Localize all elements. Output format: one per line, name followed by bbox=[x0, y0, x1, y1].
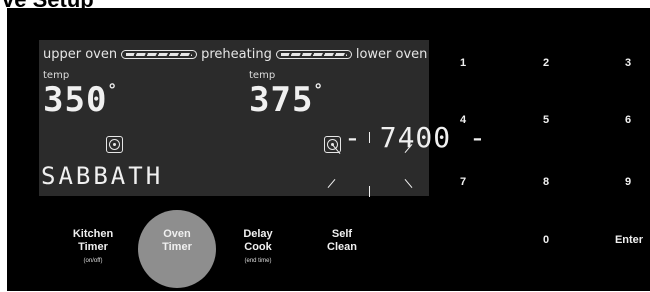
upper-temp-readout: 350° bbox=[43, 80, 118, 120]
status-row: upper oven preheating lower oven bbox=[43, 47, 427, 62]
oven-display: upper oven preheating lower oven temp temp… bbox=[39, 40, 429, 196]
self-clean-line1: Self bbox=[331, 228, 353, 240]
key-8[interactable]: 8 bbox=[516, 176, 576, 188]
oven-timer-line2: Timer bbox=[162, 241, 192, 253]
kitchen-timer-line2: Timer bbox=[78, 241, 108, 253]
delay-cook-button[interactable]: Delay Cook (end time) bbox=[215, 228, 301, 264]
oven-timer-button[interactable]: Oven Timer bbox=[134, 210, 220, 288]
key-5[interactable]: 5 bbox=[516, 114, 576, 126]
lower-temp-value: 375 bbox=[249, 80, 314, 120]
upper-convection-fan-icon bbox=[106, 136, 123, 153]
control-panel: upper oven preheating lower oven temp temp… bbox=[7, 8, 650, 291]
upper-degree: ° bbox=[107, 80, 119, 99]
key-9[interactable]: 9 bbox=[598, 176, 650, 188]
key-3[interactable]: 3 bbox=[598, 57, 650, 69]
key-7[interactable]: 7 bbox=[433, 176, 493, 188]
key-0[interactable]: 0 bbox=[516, 234, 576, 246]
upper-preheat-bar bbox=[121, 50, 198, 59]
mode-text: SABBATH bbox=[41, 162, 164, 190]
key-enter[interactable]: Enter bbox=[599, 234, 650, 246]
self-clean-button[interactable]: Self Clean bbox=[299, 228, 385, 254]
key-4[interactable]: 4 bbox=[433, 114, 493, 126]
lower-preheat-bar bbox=[275, 50, 352, 59]
blink-ray-icon bbox=[369, 186, 370, 197]
delay-cook-line1: Delay bbox=[243, 228, 273, 240]
lower-oven-label: lower oven bbox=[355, 47, 428, 62]
key-1[interactable]: 1 bbox=[433, 57, 493, 69]
kitchen-timer-line1: Kitchen bbox=[72, 228, 114, 240]
lower-temp-readout: 375° bbox=[249, 80, 324, 120]
key-2[interactable]: 2 bbox=[516, 57, 576, 69]
blink-ray-icon bbox=[369, 132, 370, 143]
key-6[interactable]: 6 bbox=[598, 114, 650, 126]
upper-temp-value: 350 bbox=[43, 80, 108, 120]
self-clean-line2: Clean bbox=[327, 241, 357, 253]
preheating-label: preheating bbox=[201, 47, 272, 62]
kitchen-timer-sub: (on/off) bbox=[83, 258, 103, 264]
delay-cook-sub: (end time) bbox=[244, 258, 272, 264]
lower-degree: ° bbox=[313, 80, 325, 99]
delay-cook-line2: Cook bbox=[244, 241, 272, 253]
oven-timer-line1: Oven bbox=[163, 228, 191, 240]
kitchen-timer-button[interactable]: Kitchen Timer (on/off) bbox=[50, 228, 136, 264]
upper-oven-label: upper oven bbox=[43, 47, 118, 62]
